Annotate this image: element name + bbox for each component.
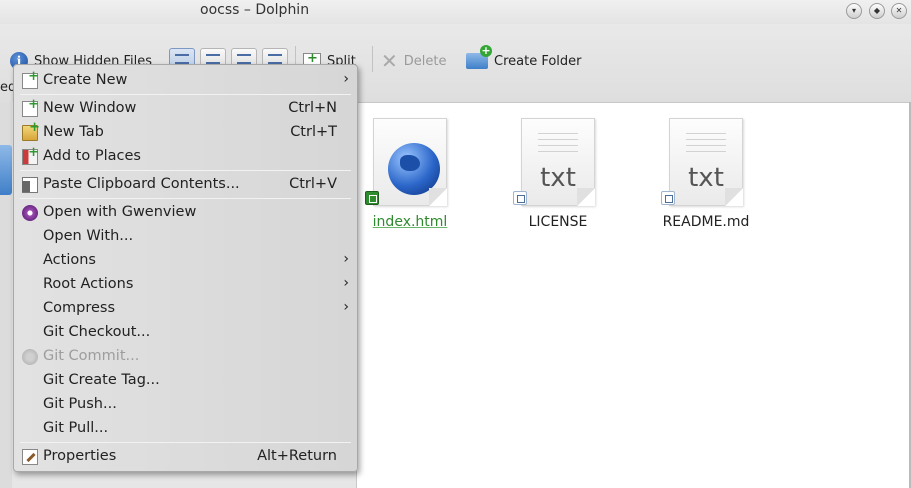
menu-item-compress[interactable]: Compress ›: [14, 297, 357, 321]
file-item[interactable]: index.html: [355, 118, 465, 230]
git-unversioned-icon: [513, 191, 527, 205]
file-name: index.html: [372, 214, 448, 230]
create-folder-button[interactable]: Create Folder: [466, 45, 582, 72]
file-name: LICENSE: [528, 214, 588, 230]
menu-item-git-checkout[interactable]: Git Checkout...: [14, 321, 357, 345]
git-commit-icon: [22, 349, 38, 365]
create-new-icon: [22, 69, 39, 89]
new-tab-icon: [22, 120, 40, 141]
menu-separator: [20, 198, 351, 199]
menu-item-paste[interactable]: Paste Clipboard Contents... Ctrl+V: [14, 173, 357, 197]
new-window-icon: [22, 97, 39, 117]
file-item[interactable]: txt LICENSE: [503, 118, 613, 230]
html-globe-icon: [373, 118, 447, 206]
menu-item-actions[interactable]: Actions ›: [14, 249, 357, 273]
git-versioned-icon: [365, 191, 379, 205]
delete-button[interactable]: ✕ Delete: [381, 49, 446, 73]
paste-icon: [22, 177, 38, 193]
title-bar: oocss – Dolphin ▾ ◆ ✕: [0, 0, 911, 24]
menu-item-git-push[interactable]: Git Push...: [14, 393, 357, 417]
menu-item-root-actions[interactable]: Root Actions ›: [14, 273, 357, 297]
delete-icon: ✕: [381, 49, 398, 73]
folder-icon: [0, 145, 12, 195]
chevron-right-icon: ›: [343, 275, 349, 291]
context-menu: Create New › New Window Ctrl+N New Tab C…: [13, 64, 358, 472]
properties-icon: [22, 449, 38, 465]
menu-item-git-create-tag[interactable]: Git Create Tag...: [14, 369, 357, 393]
chevron-right-icon: ›: [343, 71, 349, 87]
menu-item-git-commit: Git Commit...: [14, 345, 357, 369]
menu-separator: [20, 170, 351, 171]
toolbar-separator: [372, 46, 373, 72]
menu-item-open-with[interactable]: Open With...: [14, 225, 357, 249]
menu-item-open-with-gwenview[interactable]: Open with Gwenview: [14, 201, 357, 225]
menu-item-add-to-places[interactable]: Add to Places: [14, 145, 357, 169]
close-icon[interactable]: ✕: [891, 3, 907, 19]
menu-item-properties[interactable]: Properties Alt+Return: [14, 445, 357, 469]
menu-item-create-new[interactable]: Create New ›: [14, 69, 357, 93]
chevron-right-icon: ›: [343, 299, 349, 315]
add-places-icon: [22, 145, 39, 165]
git-unversioned-icon: [661, 191, 675, 205]
menu-item-git-pull[interactable]: Git Pull...: [14, 417, 357, 441]
menu-item-new-window[interactable]: New Window Ctrl+N: [14, 97, 357, 121]
menu-item-new-tab[interactable]: New Tab Ctrl+T: [14, 120, 357, 145]
gwenview-icon: [22, 205, 38, 221]
txt-file-icon: txt: [521, 118, 595, 206]
window-title: oocss – Dolphin: [200, 2, 310, 18]
txt-file-icon: txt: [669, 118, 743, 206]
chevron-right-icon: ›: [343, 251, 349, 267]
minimize-icon[interactable]: ▾: [846, 3, 862, 19]
maximize-icon[interactable]: ◆: [869, 3, 885, 19]
menu-separator: [20, 94, 351, 95]
folder-new-icon: [466, 45, 492, 69]
file-item[interactable]: txt README.md: [651, 118, 761, 230]
file-name: README.md: [662, 214, 750, 230]
menu-separator: [20, 442, 351, 443]
